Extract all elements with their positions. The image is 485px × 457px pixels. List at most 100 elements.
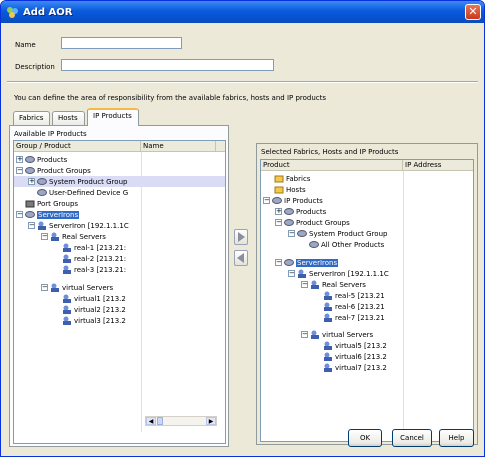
server-icon [62, 265, 72, 274]
product-icon [297, 229, 307, 238]
available-table: Group / Product Name + Products − Produc… [13, 140, 226, 444]
remove-arrow-button[interactable] [234, 250, 248, 266]
tree-row-serverirons[interactable]: − ServerIrons [14, 209, 225, 220]
tree-label: IP Products [284, 196, 323, 205]
tree-row-products[interactable]: + Products [261, 206, 473, 217]
tree-label: Port Groups [37, 199, 79, 208]
tree-row-virtual3[interactable]: virtual3 [213.2 [14, 315, 225, 326]
tree-label: Products [296, 207, 327, 216]
tree-row-virtual-servers[interactable]: − virtual Servers [261, 329, 473, 340]
separator [7, 81, 478, 83]
expand-icon[interactable]: + [28, 178, 35, 185]
product-icon [284, 258, 294, 267]
collapse-icon[interactable]: − [301, 281, 308, 288]
tree-label-selected: ServerIrons [296, 258, 339, 267]
tree-row-real-servers[interactable]: − Real Servers [14, 231, 225, 242]
collapse-icon[interactable]: − [41, 233, 48, 240]
tree-row-virtual1[interactable]: virtual1 [213.2 [14, 293, 225, 304]
tree-row-real-6[interactable]: real-6 [213.21 [261, 301, 473, 312]
tree-label: All Other Products [321, 240, 385, 249]
collapse-icon[interactable]: − [263, 197, 270, 204]
scroll-thumb[interactable] [157, 417, 163, 425]
tree-row-fabrics[interactable]: Fabrics [261, 173, 473, 184]
tree-row-virtual5[interactable]: virtual5 [213.2 [261, 340, 473, 351]
col-group-product[interactable]: Group / Product [14, 141, 141, 152]
tree-row-real-1[interactable]: real-1 [213.21: [14, 242, 225, 253]
name-field[interactable] [61, 37, 182, 49]
tab-hosts[interactable]: Hosts [52, 111, 85, 125]
tree-label: real-6 [213.21 [335, 302, 385, 311]
product-icon [284, 207, 294, 216]
tree-label: Fabrics [286, 174, 311, 183]
collapse-icon[interactable]: − [288, 230, 295, 237]
tree-row-virtual7[interactable]: virtual7 [213.2 [261, 362, 473, 373]
table-header: Group / Product Name [14, 141, 225, 152]
tree-row-system-product-group[interactable]: − System Product Group [261, 228, 473, 239]
close-icon[interactable]: ✕ [465, 4, 481, 20]
tree-row-virtual-servers[interactable]: − virtual Servers [14, 282, 225, 293]
col-name[interactable]: Name [141, 141, 216, 152]
tree-label: System Product Group [309, 229, 388, 238]
tree-row-all-other-products[interactable]: All Other Products [261, 239, 473, 250]
table-header: Product IP Address [261, 160, 473, 171]
scroll-left-icon[interactable]: ◀ [146, 417, 156, 425]
expand-icon[interactable]: + [275, 208, 282, 215]
tree-row-system-product-group[interactable]: + System Product Group [14, 176, 225, 187]
col-product[interactable]: Product [261, 160, 403, 171]
tree-row-serveriron[interactable]: − ServerIron [192.1.1.1C [261, 268, 473, 279]
info-text: You can define the area of responsibilit… [14, 94, 327, 102]
tree-row-real-5[interactable]: real-5 [213.21 [261, 290, 473, 301]
tree-row-product-groups[interactable]: − Product Groups [14, 165, 225, 176]
selected-header: Selected Fabrics, Hosts and IP Products [261, 148, 399, 156]
server-icon [297, 269, 307, 278]
product-icon [25, 155, 35, 164]
collapse-icon[interactable]: − [288, 270, 295, 277]
description-field[interactable] [61, 59, 274, 71]
tree-label: User-Defined Device G [49, 188, 129, 197]
tree-row-virtual2[interactable]: virtual2 [213.2 [14, 304, 225, 315]
tab-fabrics[interactable]: Fabrics [13, 111, 50, 125]
collapse-icon[interactable]: − [275, 219, 282, 226]
port-icon [25, 199, 35, 208]
scroll-right-icon[interactable]: ▶ [206, 417, 216, 425]
ok-button[interactable]: OK [348, 429, 382, 447]
tab-ip-products[interactable]: IP Products [87, 108, 139, 126]
collapse-icon[interactable]: − [16, 211, 23, 218]
tree-row-port-groups[interactable]: Port Groups [14, 198, 225, 209]
folder-icon [274, 174, 284, 183]
folder-icon [274, 185, 284, 194]
tree-row-real-3[interactable]: real-3 [213.21: [14, 264, 225, 275]
title-bar[interactable]: Add AOR ✕ [1, 1, 484, 23]
col-ip-address[interactable]: IP Address [403, 160, 473, 171]
tree-row-serveriron[interactable]: − ServerIron [192.1.1.1C [14, 220, 225, 231]
collapse-icon[interactable]: − [275, 259, 282, 266]
tree-row-products[interactable]: + Products [14, 154, 225, 165]
product-icon [37, 177, 47, 186]
tree-row-serverirons[interactable]: − ServerIrons [261, 257, 473, 268]
collapse-icon[interactable]: − [16, 167, 23, 174]
server-icon [62, 316, 72, 325]
server-icon [62, 254, 72, 263]
tree-row-user-defined[interactable]: User-Defined Device G [14, 187, 225, 198]
product-icon [25, 166, 35, 175]
tree-row-virtual6[interactable]: virtual6 [213.2 [261, 351, 473, 362]
collapse-icon[interactable]: − [301, 331, 308, 338]
cancel-button[interactable]: Cancel [392, 429, 432, 447]
tree-row-product-groups[interactable]: − Product Groups [261, 217, 473, 228]
tree-row-hosts[interactable]: Hosts [261, 184, 473, 195]
tree-label: real-3 [213.21: [74, 265, 127, 274]
collapse-icon[interactable]: − [41, 284, 48, 291]
tree-row-real-servers[interactable]: − Real Servers [261, 279, 473, 290]
horizontal-scrollbar[interactable]: ◀ ▶ [145, 416, 217, 426]
expand-icon[interactable]: + [16, 156, 23, 163]
tree-row-real-7[interactable]: real-7 [213.21 [261, 312, 473, 323]
collapse-icon[interactable]: − [28, 222, 35, 229]
help-button[interactable]: Help [439, 429, 474, 447]
tree-row-real-2[interactable]: real-2 [213.21: [14, 253, 225, 264]
product-icon [309, 240, 319, 249]
add-arrow-button[interactable] [234, 229, 248, 245]
selected-table: Product IP Address Fabrics Hosts − IP Pr… [260, 159, 474, 442]
tree-row-ip-products[interactable]: − IP Products [261, 195, 473, 206]
server-icon [323, 363, 333, 372]
tree-label: System Product Group [49, 177, 128, 186]
